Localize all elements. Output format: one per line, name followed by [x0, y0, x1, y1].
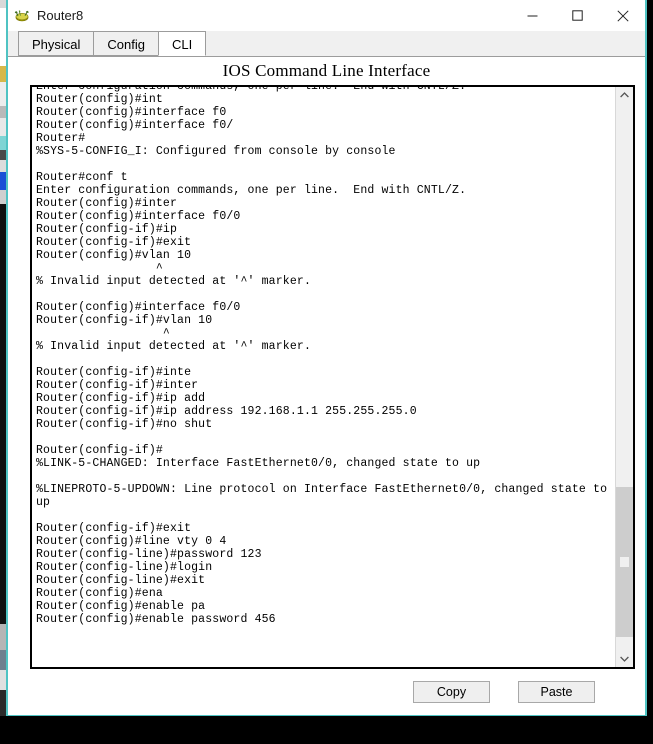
- scrollbar-thumb[interactable]: [616, 487, 633, 637]
- page-title: IOS Command Line Interface: [222, 61, 431, 80]
- router-device-window: Router8 Physical Config CLI IOS Command …: [6, 0, 647, 716]
- window-title-text: Router8: [37, 8, 84, 23]
- tab-cli[interactable]: CLI: [158, 31, 207, 56]
- terminal-frame: Enter configuration commands, one per li…: [30, 85, 635, 669]
- minimize-button[interactable]: [510, 0, 555, 31]
- action-button-bar: Copy Paste: [8, 669, 645, 715]
- terminal-output[interactable]: Enter configuration commands, one per li…: [32, 87, 615, 667]
- window-title-bar[interactable]: Router8: [8, 0, 645, 31]
- scroll-down-icon[interactable]: [616, 650, 633, 667]
- scrollbar-thumb-grip: [620, 557, 629, 567]
- terminal-scrollbar[interactable]: [615, 87, 633, 667]
- copy-button[interactable]: Copy: [413, 681, 490, 703]
- cli-content-pane: IOS Command Line Interface Enter configu…: [8, 57, 645, 715]
- window-controls-group: [510, 0, 645, 31]
- tab-config[interactable]: Config: [93, 31, 159, 56]
- router-device-icon: [14, 8, 30, 24]
- tab-strip: Physical Config CLI: [8, 31, 645, 57]
- scroll-up-icon[interactable]: [616, 87, 633, 104]
- maximize-button[interactable]: [555, 0, 600, 31]
- paste-button[interactable]: Paste: [518, 681, 595, 703]
- close-button[interactable]: [600, 0, 645, 31]
- tab-physical[interactable]: Physical: [18, 31, 95, 56]
